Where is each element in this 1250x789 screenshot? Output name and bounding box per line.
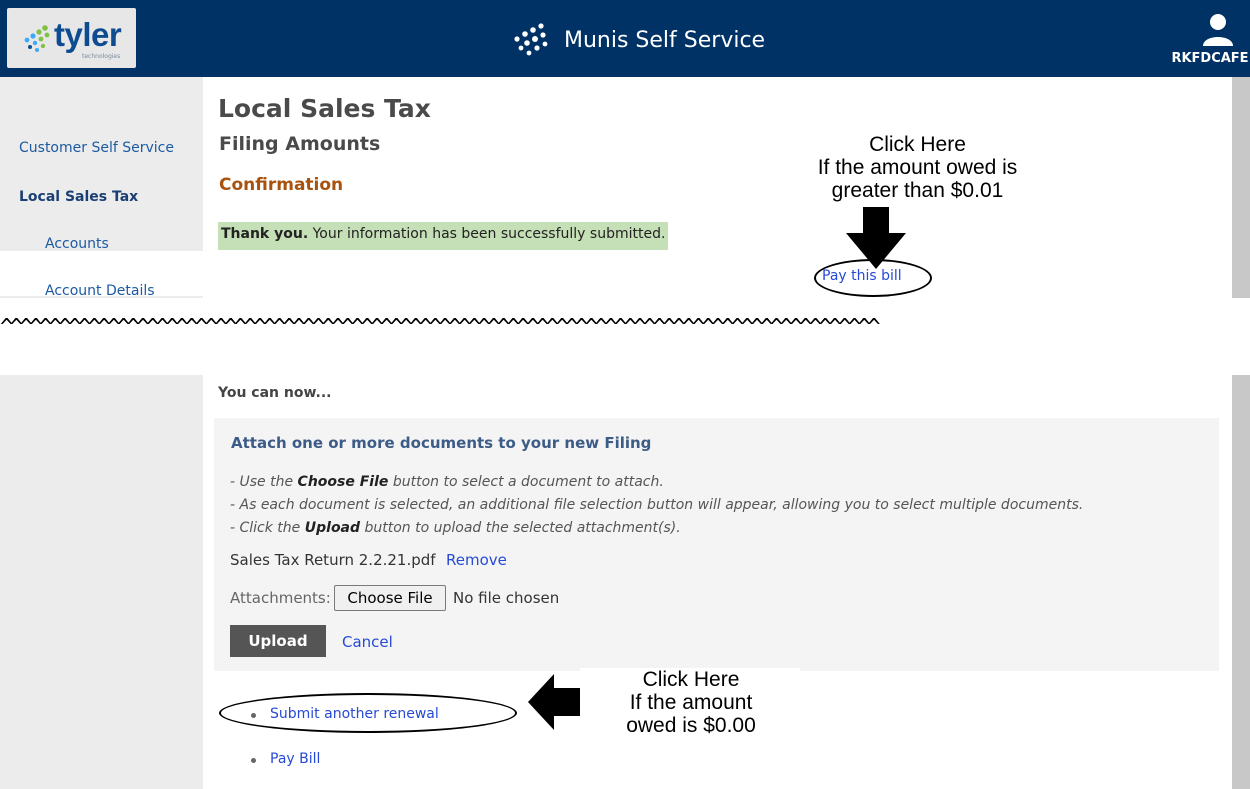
attachments-label: Attachments: bbox=[230, 589, 331, 607]
sidebar-item-customer-self-service[interactable]: Customer Self Service bbox=[19, 140, 174, 156]
instruction-text: button to select a document to attach. bbox=[388, 474, 664, 490]
instruction-bold: Choose File bbox=[297, 474, 389, 490]
instruction-text: button to upload the selected attachment… bbox=[360, 520, 681, 536]
tyler-logo-icon bbox=[24, 25, 50, 52]
instruction-bold: Upload bbox=[304, 520, 361, 536]
logo-text: tyler bbox=[54, 16, 122, 53]
user-avatar-icon[interactable] bbox=[1201, 12, 1235, 46]
remove-attachment-link[interactable]: Remove bbox=[446, 551, 507, 569]
instruction-line: - Use the Choose File button to select a… bbox=[230, 474, 664, 490]
logo-subtext: technologies bbox=[82, 53, 121, 60]
pay-this-bill-link[interactable]: Pay this bill bbox=[822, 268, 902, 284]
success-message: Thank you. Your information has been suc… bbox=[218, 222, 669, 250]
user-name[interactable]: RKFDCAFE bbox=[1170, 51, 1250, 66]
next-steps-heading: You can now... bbox=[218, 385, 332, 401]
scrollbar-bottom[interactable] bbox=[1232, 375, 1250, 789]
sidebar bbox=[0, 77, 203, 298]
instruction-text: - Click the bbox=[230, 520, 305, 536]
section-divider: ^^^^^^^^^^^^^^^^^^^^^^^^^^^^^^^^^^^^^^^^… bbox=[0, 318, 881, 338]
instruction-line: - As each document is selected, an addit… bbox=[230, 497, 1084, 513]
success-message-text: Your information has been successfully s… bbox=[308, 226, 666, 242]
annotation-line: If the amount bbox=[629, 691, 753, 714]
app-brand: Munis Self Service bbox=[511, 22, 765, 58]
munis-logo-icon bbox=[514, 23, 548, 56]
submit-another-renewal-link[interactable]: Submit another renewal bbox=[270, 706, 439, 722]
annotation-line: Click Here bbox=[642, 668, 740, 691]
annotation-line: owed is $0.00 bbox=[626, 714, 756, 737]
sidebar-lower bbox=[0, 375, 203, 789]
page-title: Local Sales Tax bbox=[218, 94, 431, 123]
annotation-line: If the amount owed is bbox=[817, 156, 1018, 179]
success-message-bold: Thank you. bbox=[221, 226, 309, 242]
choose-file-button[interactable]: Choose File bbox=[334, 585, 446, 611]
tyler-logo[interactable]: tyler technologies bbox=[7, 8, 136, 68]
scrollbar-top[interactable] bbox=[1232, 77, 1250, 298]
upload-button[interactable]: Upload bbox=[230, 625, 326, 657]
sidebar-item-local-sales-tax[interactable]: Local Sales Tax bbox=[19, 189, 138, 205]
list-bullet bbox=[251, 758, 256, 763]
pay-bill-link[interactable]: Pay Bill bbox=[270, 751, 320, 767]
attached-file-name: Sales Tax Return 2.2.21.pdf bbox=[230, 551, 436, 569]
sidebar-item-account-details[interactable]: Account Details bbox=[45, 283, 155, 299]
app-header: tyler technologies Munis Self Service RK… bbox=[0, 0, 1250, 77]
sidebar-item-accounts[interactable]: Accounts bbox=[45, 236, 109, 252]
list-bullet bbox=[251, 713, 256, 718]
no-file-chosen-text: No file chosen bbox=[453, 589, 560, 607]
annotation-pay-bill: Click Here If the amount owed is greater… bbox=[740, 133, 1095, 202]
attachments-title: Attach one or more documents to your new… bbox=[231, 434, 652, 452]
confirmation-heading: Confirmation bbox=[219, 175, 344, 195]
annotation-submit-renewal: Click Here If the amount owed is $0.00 bbox=[586, 668, 796, 737]
instruction-text: - Use the bbox=[230, 474, 298, 490]
annotation-line: greater than $0.01 bbox=[831, 179, 1004, 202]
app-title: Munis Self Service bbox=[564, 27, 766, 53]
annotation-line: Click Here bbox=[869, 133, 966, 156]
arrow-left-icon bbox=[528, 674, 580, 730]
cancel-link[interactable]: Cancel bbox=[342, 633, 393, 651]
page-subtitle: Filing Amounts bbox=[219, 133, 381, 155]
instruction-line: - Click the Upload button to upload the … bbox=[230, 520, 681, 536]
